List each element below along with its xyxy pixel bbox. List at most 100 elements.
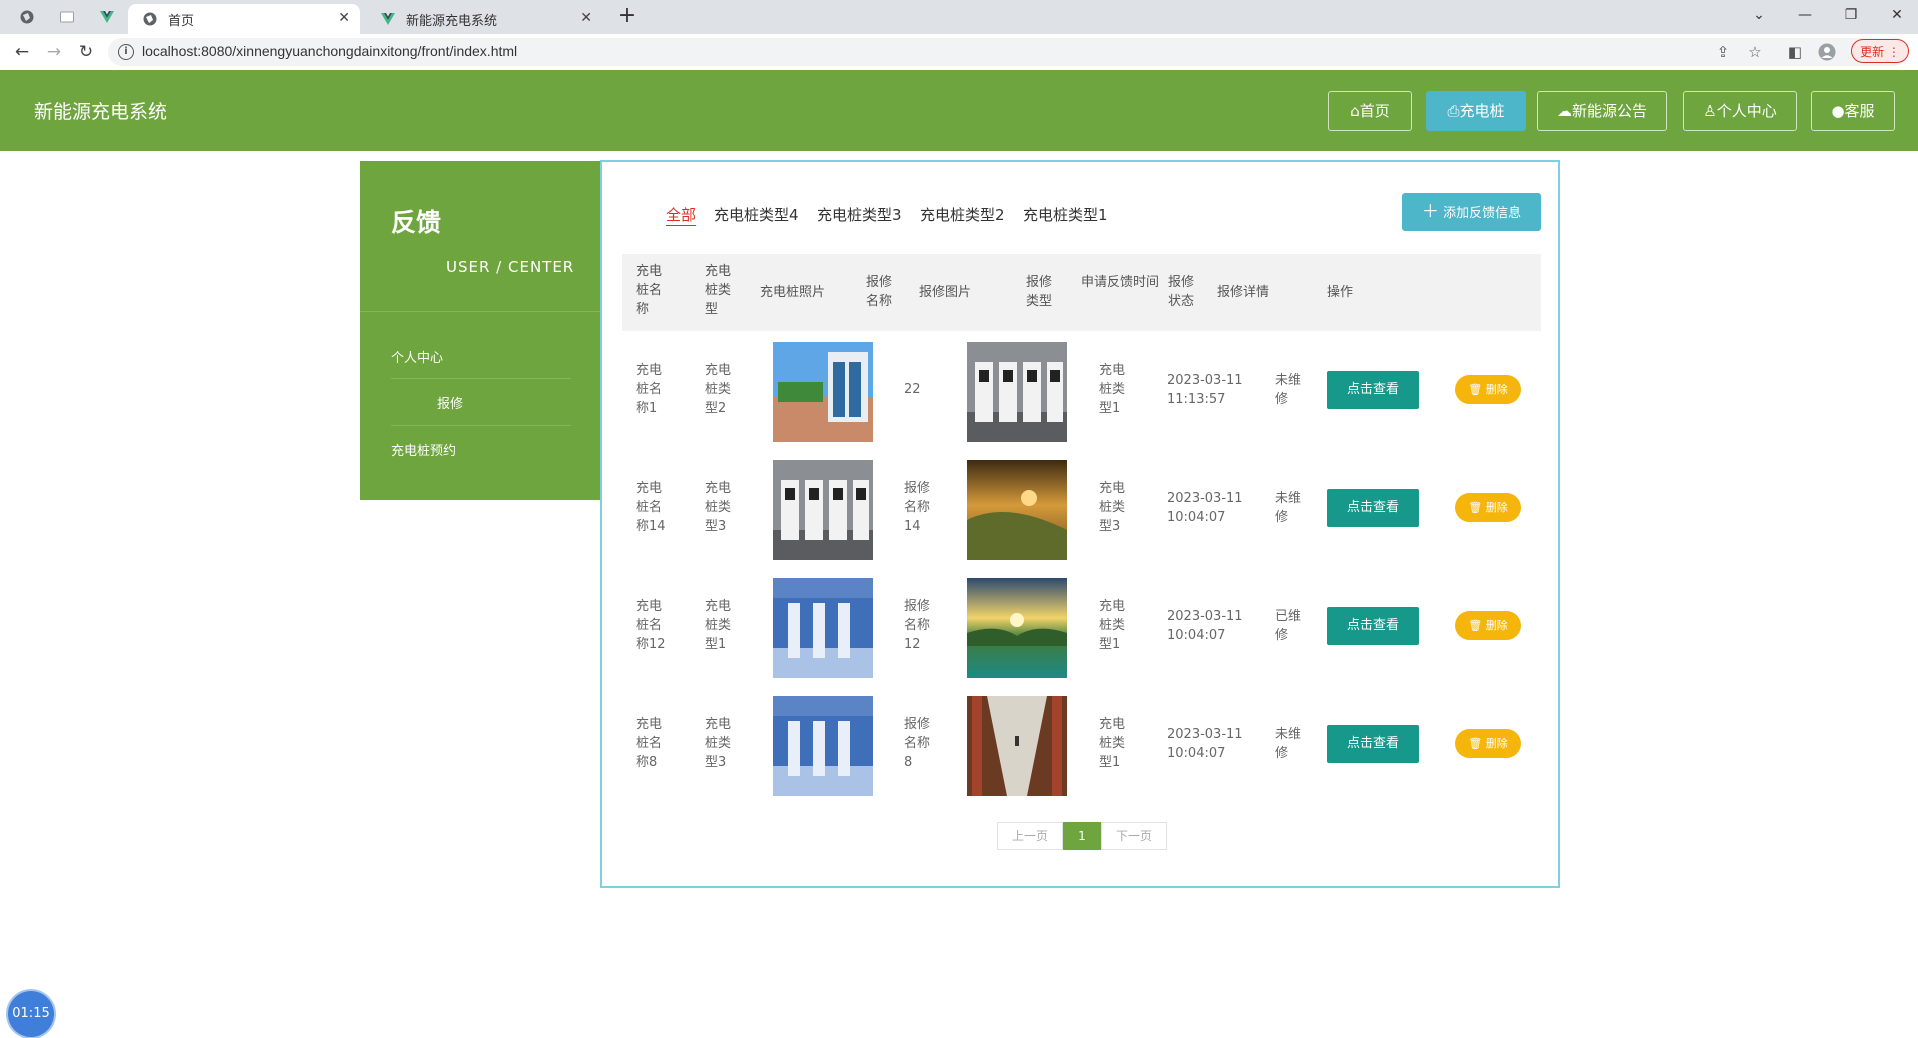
cloud-icon: ☁ xyxy=(1556,102,1572,120)
sidebar-item-user-center[interactable]: 个人中心 xyxy=(391,347,443,366)
tab-home[interactable]: 首页 ✕ xyxy=(128,4,360,34)
url-text: localhost:8080/xinnengyuanchongdainxiton… xyxy=(142,43,518,59)
repair-name-cell: 报修名称12 xyxy=(904,599,931,652)
charging-pile-photo xyxy=(773,342,873,442)
bookmark-star-icon[interactable]: ☆ xyxy=(1746,43,1764,61)
delete-label: 删除 xyxy=(1485,619,1508,632)
tab-search-icon[interactable]: ⌄ xyxy=(1744,3,1774,27)
view-detail-button[interactable]: 点击查看 xyxy=(1327,725,1419,763)
main-panel: 全部 充电桩类型4 充电桩类型3 充电桩类型2 充电桩类型1 ＋ 添加反馈信息 … xyxy=(600,160,1560,888)
table-header: 充电桩名称 充电桩类型 充电桩照片 报修名称 报修图片 报修类型 申请反馈时间 … xyxy=(622,254,1541,331)
repair-type-cell: 充电桩类型1 xyxy=(1099,717,1126,770)
printer-icon: ⎙ xyxy=(1447,102,1460,120)
nav-label: 个人中心 xyxy=(1716,102,1777,120)
view-detail-button[interactable]: 点击查看 xyxy=(1327,607,1419,645)
column-header: 申请反馈时间 xyxy=(1081,275,1160,290)
user-icon: ♙ xyxy=(1703,102,1717,120)
column-header: 充电桩名称 xyxy=(636,264,663,317)
pinned-tab-vue-icon[interactable] xyxy=(92,4,122,30)
sidebar-title: 反馈 xyxy=(391,208,442,237)
home-icon: ⌂ xyxy=(1350,102,1360,120)
view-detail-button[interactable]: 点击查看 xyxy=(1327,489,1419,527)
column-header: 报修状态 xyxy=(1168,275,1195,309)
category-type3[interactable]: 充电桩类型3 xyxy=(817,204,902,225)
back-icon[interactable]: ← xyxy=(10,40,34,64)
add-feedback-button[interactable]: ＋ 添加反馈信息 xyxy=(1402,193,1541,231)
sidebar-item-reservation[interactable]: 充电桩预约 xyxy=(391,440,456,459)
pinned-tab-blank-icon[interactable] xyxy=(52,4,82,30)
close-window-icon[interactable]: ✕ xyxy=(1882,3,1912,27)
nav-label: 首页 xyxy=(1359,102,1390,120)
sidebar-divider xyxy=(360,311,600,312)
repair-photo xyxy=(967,460,1067,560)
recording-timer-badge: 01:15 xyxy=(8,991,54,1037)
tab-system[interactable]: 新能源充电系统 ✕ xyxy=(366,4,602,34)
nav-customer-service[interactable]: ●客服 xyxy=(1811,91,1895,131)
delete-button[interactable]: 🗑 删除 xyxy=(1455,611,1521,640)
delete-button[interactable]: 🗑 删除 xyxy=(1455,493,1521,522)
update-button[interactable]: 更新 ⋮ xyxy=(1851,39,1909,63)
charging-pile-photo xyxy=(773,696,873,796)
nav-home[interactable]: ⌂首页 xyxy=(1328,91,1412,131)
update-label: 更新 xyxy=(1860,45,1885,59)
tab-title: 新能源充电系统 xyxy=(406,13,498,29)
pile-type-cell: 充电桩类型3 xyxy=(705,481,732,534)
repair-type-cell: 充电桩类型1 xyxy=(1099,363,1126,416)
side-panel-icon[interactable]: ◧ xyxy=(1786,43,1804,61)
close-tab-icon[interactable]: ✕ xyxy=(580,10,592,26)
next-page-button[interactable]: 下一页 xyxy=(1101,822,1167,850)
repair-name-cell: 报修名称8 xyxy=(904,717,931,770)
site-brand[interactable]: 新能源充电系统 xyxy=(34,97,167,124)
category-type1[interactable]: 充电桩类型1 xyxy=(1023,204,1108,225)
status-cell: 已维修 xyxy=(1275,609,1302,643)
repair-photo xyxy=(967,696,1067,796)
column-header: 操作 xyxy=(1327,285,1354,300)
minimize-icon[interactable]: — xyxy=(1790,3,1820,27)
delete-label: 删除 xyxy=(1485,737,1508,750)
tab-title: 首页 xyxy=(168,13,195,29)
apply-time-cell: 2023-03-11 10:04:07 xyxy=(1167,491,1243,525)
site-info-icon[interactable]: i xyxy=(118,44,134,60)
trash-icon: 🗑 xyxy=(1468,501,1483,514)
new-tab-button[interactable]: + xyxy=(614,4,640,30)
share-icon[interactable]: ⇪ xyxy=(1714,43,1732,61)
prev-page-button[interactable]: 上一页 xyxy=(997,822,1063,850)
site-header: 新能源充电系统 ⌂首页 ⎙充电桩 ☁新能源公告 ♙个人中心 ●客服 xyxy=(0,70,1918,151)
category-type2[interactable]: 充电桩类型2 xyxy=(920,204,1005,225)
status-cell: 未维修 xyxy=(1275,491,1302,525)
sidebar-item-repair[interactable]: 报修 xyxy=(437,393,463,412)
reload-icon[interactable]: ↻ xyxy=(74,40,98,64)
nav-label: 客服 xyxy=(1844,102,1875,120)
delete-button[interactable]: 🗑 删除 xyxy=(1455,375,1521,404)
vue-icon xyxy=(380,11,396,27)
close-tab-icon[interactable]: ✕ xyxy=(338,10,350,26)
charging-pile-photo xyxy=(773,460,873,560)
browser-tab-bar: 首页 ✕ 新能源充电系统 ✕ + ⌄ — ❐ ✕ xyxy=(0,0,1918,34)
view-detail-button[interactable]: 点击查看 xyxy=(1327,371,1419,409)
pile-name-cell: 充电桩名称8 xyxy=(636,717,663,770)
charging-pile-photo xyxy=(773,578,873,678)
delete-label: 删除 xyxy=(1485,383,1508,396)
column-header: 报修图片 xyxy=(919,285,972,300)
pinned-tab-globe-icon[interactable] xyxy=(12,4,42,30)
profile-icon[interactable] xyxy=(1818,43,1836,61)
category-all[interactable]: 全部 xyxy=(666,204,697,226)
sidebar-subtitle: USER / CENTER xyxy=(446,258,575,276)
status-cell: 未维修 xyxy=(1275,373,1302,407)
page-number-button[interactable]: 1 xyxy=(1063,822,1101,850)
column-header: 充电桩类型 xyxy=(705,264,732,317)
category-type4[interactable]: 充电桩类型4 xyxy=(714,204,799,225)
column-header: 充电桩照片 xyxy=(760,285,826,300)
forward-icon[interactable]: → xyxy=(42,40,66,64)
restore-icon[interactable]: ❐ xyxy=(1836,3,1866,27)
nav-charging-pile[interactable]: ⎙充电桩 xyxy=(1426,91,1526,131)
nav-announcement[interactable]: ☁新能源公告 xyxy=(1537,91,1667,131)
pile-type-cell: 充电桩类型1 xyxy=(705,599,732,652)
nav-label: 充电桩 xyxy=(1459,102,1505,120)
sidebar-divider xyxy=(391,425,571,426)
delete-button[interactable]: 🗑 删除 xyxy=(1455,729,1521,758)
nav-user-center[interactable]: ♙个人中心 xyxy=(1683,91,1797,131)
sidebar-divider xyxy=(391,378,571,379)
url-field[interactable]: i localhost:8080/xinnengyuanchongdainxit… xyxy=(108,38,1908,66)
trash-icon: 🗑 xyxy=(1468,737,1483,750)
